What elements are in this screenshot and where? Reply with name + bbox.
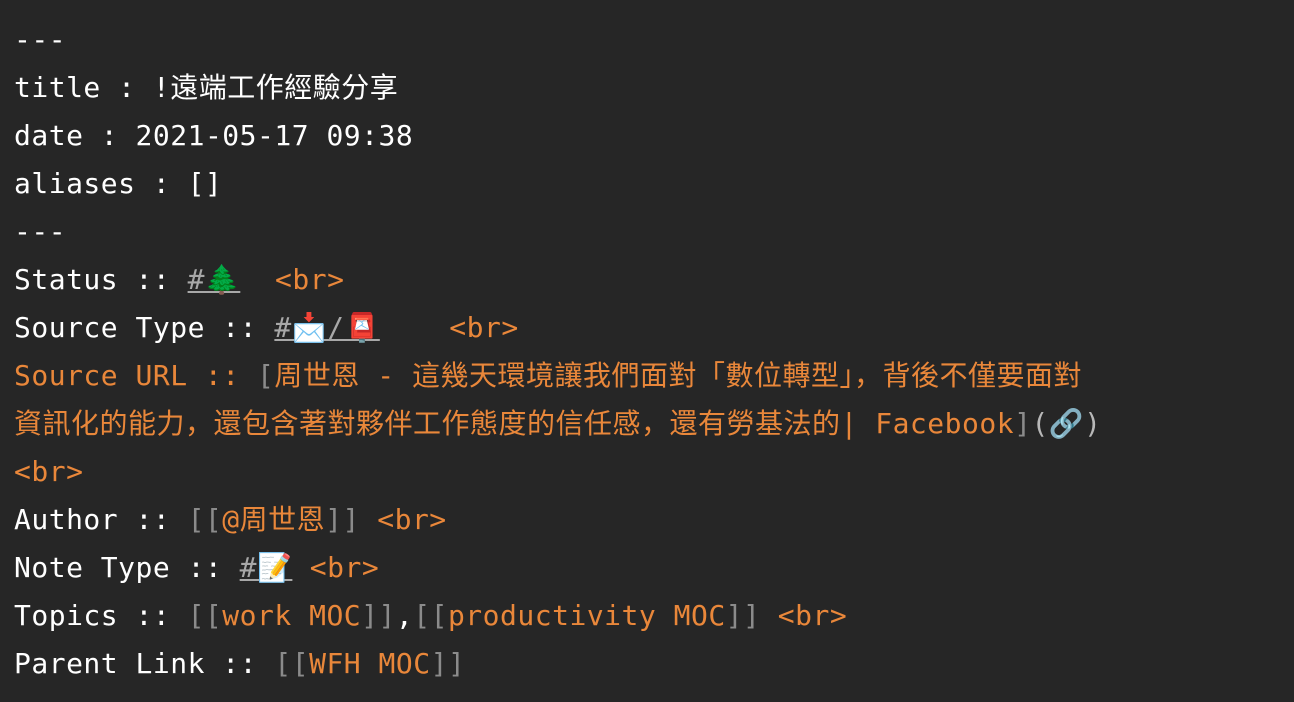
br-tag: <br>	[777, 599, 848, 632]
frontmatter-delimiter: ---	[14, 23, 67, 56]
source-url-text-2[interactable]: 資訊化的能力，還包含著對夥伴工作態度的信任感，還有勞基法的| Facebook	[14, 407, 1014, 440]
topics-key: Topics ::	[14, 599, 188, 632]
wikilink-open: [[	[274, 647, 310, 680]
source-url-key: Source URL ::	[14, 359, 258, 392]
br-tag: <br>	[14, 455, 84, 488]
wikilink-open: [[	[413, 599, 448, 632]
wikilink-close: ]]	[725, 599, 761, 632]
parent-link[interactable]: WFH MOC	[309, 647, 431, 680]
source-url-line-2: 資訊化的能力，還包含著對夥伴工作態度的信任感，還有勞基法的| Facebook]…	[14, 400, 1280, 448]
source-type-line: Source Type :: #📩/📮 <br>	[14, 304, 1280, 352]
source-type-tag[interactable]: #📩/📮	[274, 311, 379, 344]
wikilink-open: [[	[187, 599, 223, 632]
topics-separator: ,	[395, 599, 414, 632]
source-url-br-line: <br>	[14, 448, 1280, 496]
note-type-key: Note Type ::	[14, 551, 240, 584]
wikilink-close: ]]	[361, 599, 396, 632]
markdown-editor[interactable]: --- title : !遠端工作經驗分享 date : 2021-05-17 …	[0, 0, 1294, 702]
frontmatter-close: ---	[14, 208, 1280, 256]
author-key: Author ::	[14, 503, 188, 536]
title-value: !遠端工作經驗分享	[152, 71, 399, 104]
topics-line: Topics :: [[work MOC]],[[productivity MO…	[14, 592, 1280, 640]
title-line: title : !遠端工作經驗分享	[14, 64, 1280, 112]
topic-link-productivity[interactable]: productivity MOC	[448, 599, 726, 632]
note-type-line: Note Type :: #📝 <br>	[14, 544, 1280, 592]
source-url-text-1[interactable]: 周世恩 - 這幾天環境讓我們面對「數位轉型」，背後不僅要面對	[274, 359, 1082, 392]
note-type-tag[interactable]: #📝	[240, 551, 293, 584]
source-url-line: Source URL :: [周世恩 - 這幾天環境讓我們面對「數位轉型」，背後…	[14, 352, 1280, 400]
status-tag[interactable]: #🌲	[188, 263, 241, 296]
link-open-bracket: [	[257, 359, 275, 392]
status-line: Status :: #🌲 <br>	[14, 256, 1280, 304]
date-line: date : 2021-05-17 09:38	[14, 112, 1280, 160]
aliases-value: []	[187, 167, 223, 200]
link-close-bracket: ]	[1014, 407, 1032, 440]
br-tag: <br>	[275, 263, 345, 296]
date-value: 2021-05-17 09:38	[135, 119, 414, 152]
author-line: Author :: [[@周世恩]] <br>	[14, 496, 1280, 544]
frontmatter-open: ---	[14, 16, 1280, 64]
wikilink-close: ]]	[430, 647, 466, 680]
topic-link-work[interactable]: work MOC	[222, 599, 361, 632]
wikilink-close: ]]	[325, 503, 360, 536]
parent-link-key: Parent Link ::	[14, 647, 275, 680]
parent-link-line: Parent Link :: [[WFH MOC]]	[14, 640, 1280, 688]
source-type-key: Source Type ::	[14, 311, 275, 344]
author-link[interactable]: @周世恩	[222, 503, 325, 536]
status-key: Status ::	[14, 263, 188, 296]
aliases-key: aliases :	[14, 167, 188, 200]
br-tag: <br>	[449, 311, 519, 344]
frontmatter-delimiter: ---	[14, 215, 67, 248]
title-key: title :	[14, 71, 153, 104]
date-key: date :	[14, 119, 136, 152]
aliases-line: aliases : []	[14, 160, 1280, 208]
br-tag: <br>	[309, 551, 380, 584]
link-icon[interactable]: (🔗)	[1031, 407, 1101, 440]
br-tag: <br>	[377, 503, 447, 536]
wikilink-open: [[	[187, 503, 223, 536]
